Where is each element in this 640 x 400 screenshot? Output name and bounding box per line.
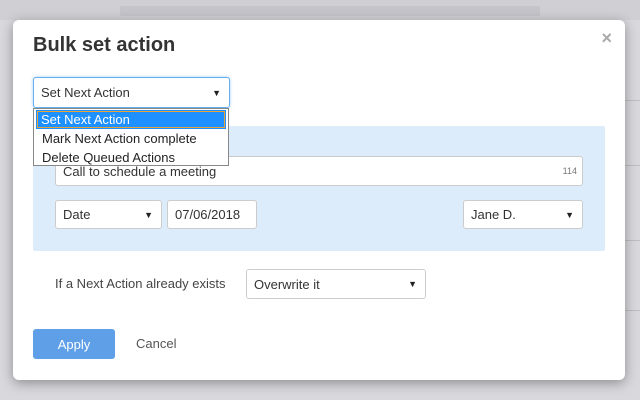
existing-action-label: If a Next Action already exists	[55, 276, 226, 291]
date-type-select[interactable]: Date ▼	[55, 200, 162, 229]
dropdown-option-mark-complete[interactable]: Mark Next Action complete	[34, 129, 228, 148]
background-toolbar	[120, 6, 540, 16]
date-input[interactable]: 07/06/2018	[167, 200, 257, 229]
close-icon[interactable]: ×	[601, 28, 612, 49]
chevron-down-icon: ▼	[144, 209, 153, 220]
existing-action-select[interactable]: Overwrite it ▼	[246, 269, 426, 299]
chevron-down-icon: ▼	[212, 87, 221, 98]
char-count: 114	[562, 166, 577, 176]
bulk-set-action-dialog: Bulk set action × Set Next Action ▼ Call…	[13, 20, 625, 380]
assignee-value: Jane D.	[471, 207, 516, 222]
action-type-value: Set Next Action	[41, 85, 130, 100]
existing-action-value: Overwrite it	[254, 276, 320, 292]
dialog-title: Bulk set action	[33, 34, 176, 56]
action-type-dropdown: Set Next Action Mark Next Action complet…	[33, 108, 229, 166]
chevron-down-icon: ▼	[565, 209, 574, 220]
assignee-select[interactable]: Jane D. ▼	[463, 200, 583, 229]
dropdown-option-set-next-action[interactable]: Set Next Action	[36, 110, 226, 129]
apply-button[interactable]: Apply	[33, 329, 115, 359]
background-page-header	[0, 0, 640, 20]
cancel-button[interactable]: Cancel	[136, 336, 176, 351]
date-type-value: Date	[63, 207, 91, 222]
action-type-select[interactable]: Set Next Action ▼	[33, 77, 230, 108]
date-value: 07/06/2018	[175, 207, 241, 222]
chevron-down-icon: ▼	[408, 279, 417, 289]
dropdown-option-delete-queued[interactable]: Delete Queued Actions	[34, 148, 228, 167]
